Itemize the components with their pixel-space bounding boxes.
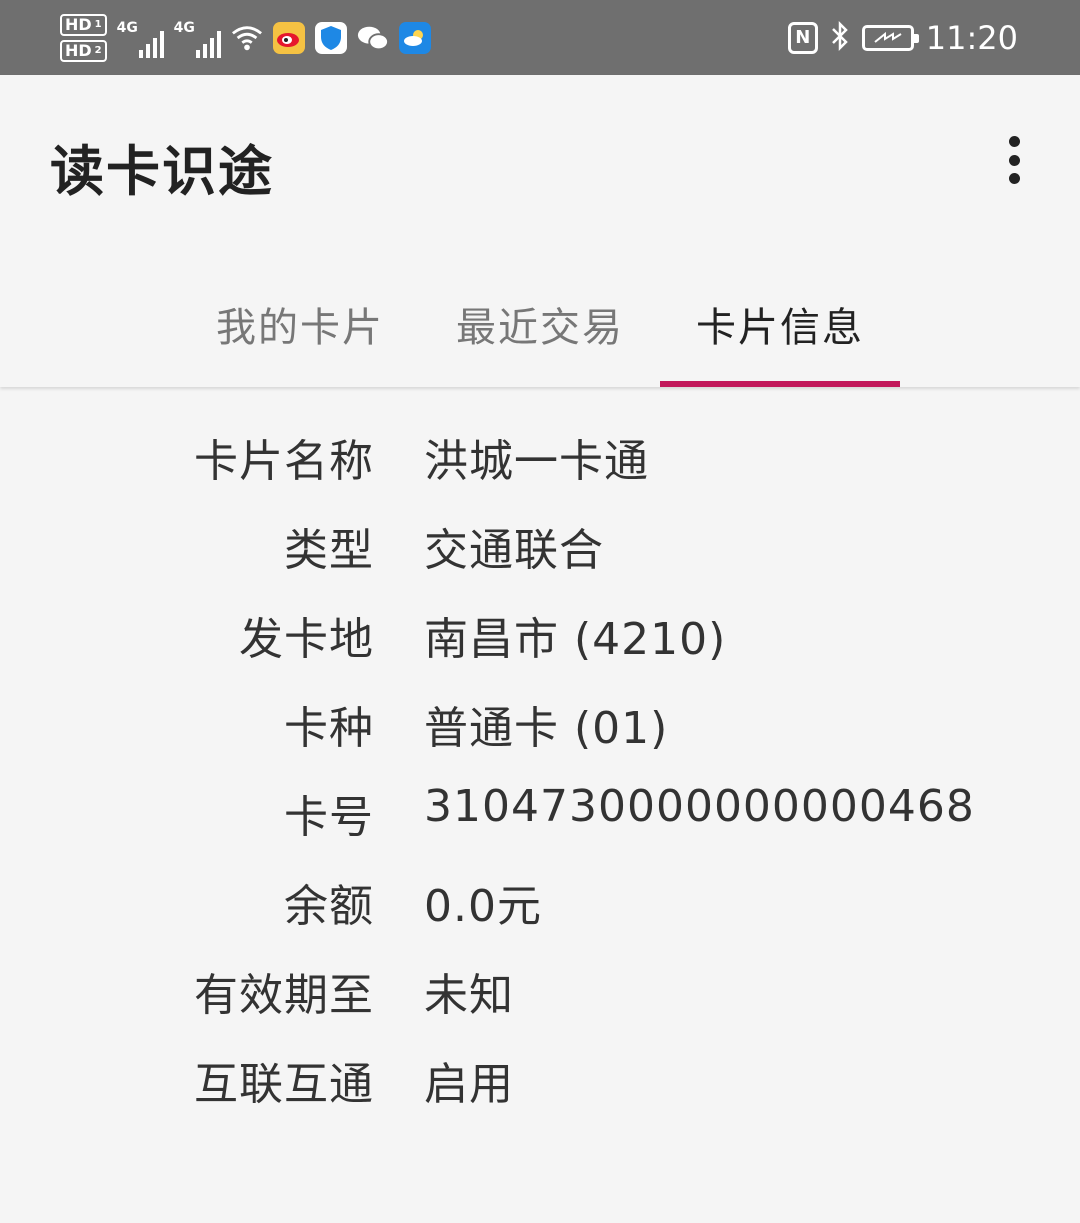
wechat-icon xyxy=(357,22,389,54)
hd-sim2-badge: HD 2 xyxy=(60,40,107,62)
app-bar: 读卡识途 我的卡片 最近交易 卡片信息 xyxy=(0,75,1080,387)
info-value: 洪城一卡通 xyxy=(424,436,649,487)
info-label: 类型 xyxy=(284,525,374,576)
info-row-card-number: 卡号 3104730000000000468 xyxy=(0,781,1080,870)
info-value: 南昌市 (4210) xyxy=(424,614,727,665)
tab-my-cards[interactable]: 我的卡片 xyxy=(180,275,420,387)
info-label: 互联互通 xyxy=(194,1059,374,1110)
tab-bar: 我的卡片 最近交易 卡片信息 xyxy=(180,275,900,387)
info-value: 交通联合 xyxy=(424,525,604,576)
overflow-menu-icon[interactable] xyxy=(996,130,1032,190)
info-label: 卡片名称 xyxy=(194,436,374,487)
app-title: 读卡识途 xyxy=(50,140,274,203)
status-bar: HD 1 HD 2 4G 4G N 11:20 xyxy=(0,0,1080,75)
info-value: 0.0元 xyxy=(424,881,542,932)
card-info-list: 卡片名称 洪城一卡通 类型 交通联合 发卡地 南昌市 (4210) 卡种 普通卡… xyxy=(0,425,1080,1137)
info-label: 有效期至 xyxy=(194,970,374,1021)
tab-card-info[interactable]: 卡片信息 xyxy=(660,275,900,387)
status-clock: 11:20 xyxy=(925,18,1018,57)
info-label: 卡号 xyxy=(284,792,374,843)
hd-indicators: HD 1 HD 2 xyxy=(60,14,107,62)
info-row-balance: 余额 0.0元 xyxy=(0,870,1080,959)
info-row-expiry: 有效期至 未知 xyxy=(0,959,1080,1048)
info-row-interconnect: 互联互通 启用 xyxy=(0,1048,1080,1137)
hd-sim1-badge: HD 1 xyxy=(60,14,107,36)
info-row-card-name: 卡片名称 洪城一卡通 xyxy=(0,425,1080,514)
info-value: 启用 xyxy=(424,1059,514,1110)
bluetooth-icon xyxy=(830,20,850,56)
wifi-icon xyxy=(231,22,263,54)
status-left: HD 1 HD 2 4G 4G xyxy=(60,10,441,66)
nfc-icon: N xyxy=(787,21,818,54)
info-value: 3104730000000000468 xyxy=(424,781,975,832)
info-label: 余额 xyxy=(284,881,374,932)
tab-recent-transactions[interactable]: 最近交易 xyxy=(420,275,660,387)
info-label: 发卡地 xyxy=(239,614,374,665)
weibo-icon xyxy=(272,22,305,54)
weather-icon xyxy=(398,22,431,54)
signal-sim1-icon: 4G xyxy=(117,18,164,58)
shield-icon xyxy=(314,22,347,54)
info-row-card-kind: 卡种 普通卡 (01) xyxy=(0,692,1080,781)
signal-sim2-icon: 4G xyxy=(174,18,221,58)
info-row-type: 类型 交通联合 xyxy=(0,514,1080,603)
info-row-issuer: 发卡地 南昌市 (4210) xyxy=(0,603,1080,692)
info-label: 卡种 xyxy=(284,703,374,754)
info-value: 普通卡 (01) xyxy=(424,703,669,754)
battery-charging-icon xyxy=(861,24,919,51)
status-right: N 11:20 xyxy=(787,0,1018,75)
info-value: 未知 xyxy=(424,970,514,1021)
